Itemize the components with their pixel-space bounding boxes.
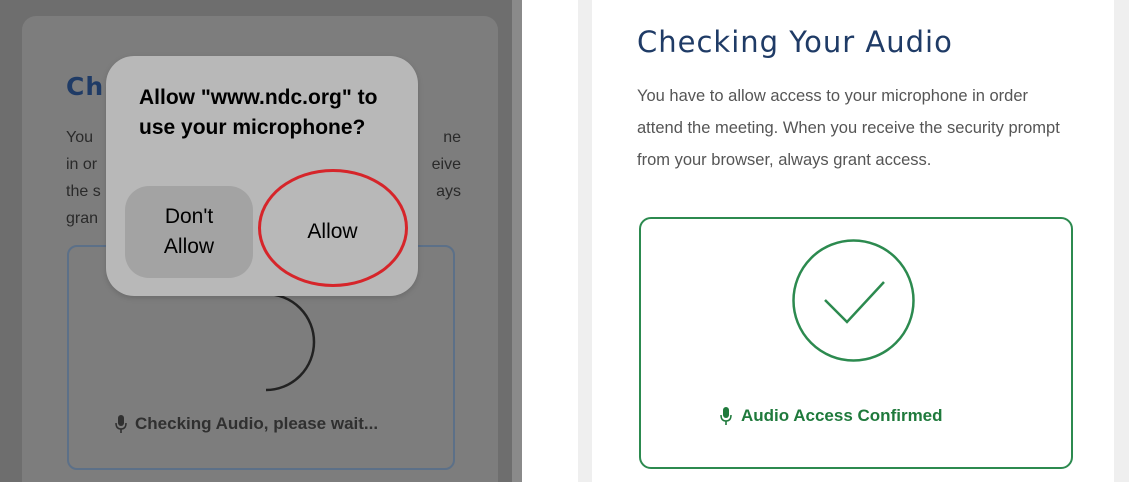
spinner-icon <box>265 292 316 392</box>
right-page-margin-right <box>1114 0 1129 482</box>
audio-status-row: Audio Access Confirmed <box>720 406 943 426</box>
dont-allow-button[interactable]: Don't Allow <box>125 186 253 278</box>
left-para-line-4-start: gran <box>66 210 99 227</box>
left-para-line-2-start: in or <box>66 156 98 173</box>
left-para-line-3-end: ays <box>436 183 461 200</box>
composite-screenshot: Ch You ne in or eive the s ays gran Chec… <box>0 0 1129 482</box>
left-screen-dimmed: Ch You ne in or eive the s ays gran Chec… <box>0 0 522 482</box>
dont-allow-label-line-2: Allow <box>163 235 215 258</box>
left-status-text: Checking Audio, please wait... <box>135 414 379 433</box>
left-para-line-3-start: the s <box>66 183 101 200</box>
checkmark-icon <box>792 239 915 362</box>
microphone-icon <box>720 407 732 425</box>
dont-allow-label-line-1: Don't <box>164 205 214 228</box>
microphone-icon <box>115 415 127 433</box>
page-title: Checking Your Audio <box>637 25 953 59</box>
allow-highlight-circle <box>258 169 408 287</box>
left-para-line-1-end: ne <box>443 129 461 146</box>
left-divider <box>512 0 522 482</box>
left-page-title: Ch <box>66 72 105 101</box>
left-para-line-2-end: eive <box>431 156 461 173</box>
instructions-paragraph: You have to allow access to your microph… <box>637 87 1060 169</box>
dialog-title: Allow "www.ndc.org" to use your micropho… <box>139 86 378 139</box>
left-para-line-1-start: You <box>66 129 93 146</box>
right-page-margin-left <box>578 0 592 482</box>
left-status-row: Checking Audio, please wait... <box>115 414 378 434</box>
audio-status-text: Audio Access Confirmed <box>741 406 943 425</box>
